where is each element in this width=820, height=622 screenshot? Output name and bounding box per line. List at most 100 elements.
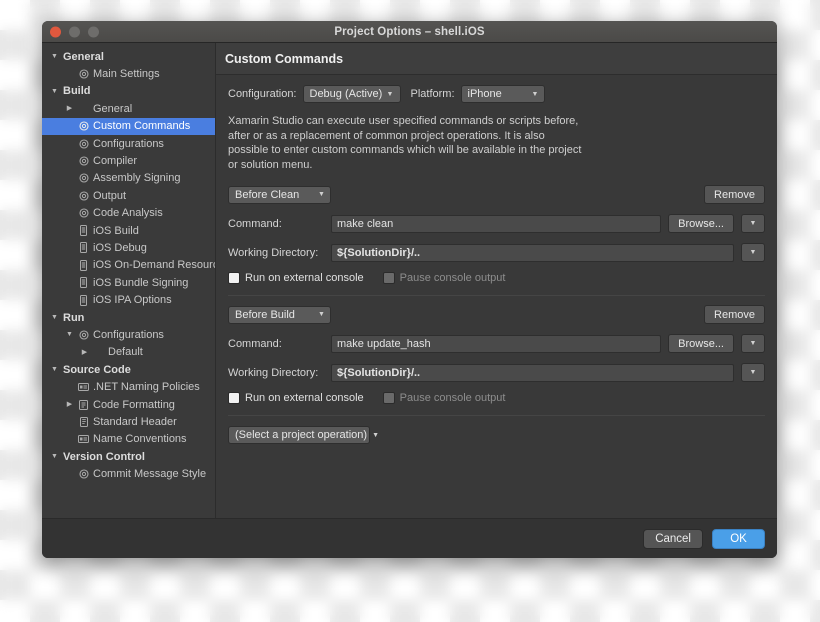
working-directory-label: Working Directory: <box>228 246 319 259</box>
console-options-row: Run on external console Pause console out… <box>228 392 765 404</box>
run-on-external-console-checkbox[interactable]: Run on external console <box>228 272 364 284</box>
sidebar-item-configurations[interactable]: ▼ Configurations <box>42 326 215 343</box>
block-separator <box>228 295 765 296</box>
sidebar-item-label: Custom Commands <box>93 120 191 133</box>
chevron-down-icon: ▼ <box>372 431 380 439</box>
sidebar-item-label: Run <box>63 311 85 324</box>
add-project-operation-dropdown[interactable]: (Select a project operation) ▼ <box>228 426 379 444</box>
command-label: Command: <box>228 337 282 350</box>
sidebar-item-label: Compiler <box>93 155 138 168</box>
sidebar-item-label: Source Code <box>63 363 131 376</box>
sidebar-item-label: iOS Debug <box>93 241 147 254</box>
configuration-value: Debug (Active) <box>309 88 383 100</box>
chevron-down-icon[interactable]: ▼ <box>48 366 61 373</box>
sidebar-item-label: General <box>63 50 104 63</box>
page-icon <box>76 399 91 410</box>
configuration-dropdown[interactable]: Debug (Active) ▼ <box>302 85 401 103</box>
command-stage-value: Before Clean <box>235 188 300 201</box>
run-on-external-console-checkbox[interactable]: Run on external console <box>228 392 364 404</box>
remove-button[interactable]: Remove <box>704 185 765 204</box>
sidebar-item-label: .NET Naming Policies <box>93 381 200 394</box>
command-stage-dropdown[interactable]: Before Clean ▼ <box>228 185 331 204</box>
pane-header: Custom Commands <box>216 43 777 75</box>
command-label: Command: <box>228 217 282 230</box>
sidebar-item-label: Default <box>108 346 143 359</box>
gear-icon <box>76 173 91 183</box>
sidebar-item-label: Standard Header <box>93 415 177 428</box>
sidebar-item-source-code[interactable]: ▼ Source Code <box>42 361 215 378</box>
browse-button[interactable]: Browse... <box>668 334 734 353</box>
sidebar-item-main-settings[interactable]: Main Settings <box>42 65 215 82</box>
command-block: Before Clean ▼ Remove Command: make clean Bro… <box>228 185 765 296</box>
sidebar-item-compiler[interactable]: Compiler <box>42 152 215 169</box>
command-history-dropdown[interactable]: ▼ <box>741 214 765 233</box>
sidebar-item-label: General <box>93 102 133 115</box>
settings-sidebar[interactable]: ▼ General Main Settings ▼ Build ▶ General Custo… <box>42 43 216 518</box>
command-input[interactable]: make clean <box>331 214 662 233</box>
ok-button[interactable]: OK <box>712 528 765 549</box>
sidebar-item-code-analysis[interactable]: Code Analysis <box>42 205 215 222</box>
chevron-down-icon[interactable]: ▼ <box>48 88 61 95</box>
platform-dropdown[interactable]: iPhone ▼ <box>460 85 545 103</box>
sidebar-item-label: Main Settings <box>93 68 160 81</box>
sidebar-item-label: Code Analysis <box>93 207 163 220</box>
console-options-row: Run on external console Pause console out… <box>228 272 765 284</box>
sidebar-item-general[interactable]: ▶ General <box>42 100 215 117</box>
sidebar-item-custom-commands[interactable]: Custom Commands <box>42 117 215 135</box>
sidebar-item-version-control[interactable]: ▼ Version Control <box>42 448 215 465</box>
platform-value: iPhone <box>467 88 502 100</box>
sidebar-item-commit-message-style[interactable]: Commit Message Style <box>42 465 215 482</box>
remove-button[interactable]: Remove <box>704 305 765 324</box>
card-icon <box>76 383 91 392</box>
gear-icon <box>76 139 91 149</box>
sidebar-item-ios-build[interactable]: iOS Build <box>42 222 215 239</box>
gear-icon <box>76 469 91 479</box>
working-directory-field-row: Working Directory: ${SolutionDir}/.. ▼ <box>228 243 765 262</box>
sidebar-item-run[interactable]: ▼ Run <box>42 309 215 326</box>
block-separator <box>228 415 765 416</box>
gear-icon <box>76 191 91 201</box>
chevron-down-icon: ▼ <box>318 191 325 198</box>
working-directory-input[interactable]: ${SolutionDir}/.. <box>331 363 734 382</box>
sidebar-item-assembly-signing[interactable]: Assembly Signing <box>42 170 215 187</box>
sidebar-item-ios-bundle-signing[interactable]: iOS Bundle Signing <box>42 274 215 291</box>
sidebar-item-configurations[interactable]: Configurations <box>42 135 215 152</box>
chevron-right-icon[interactable]: ▶ <box>63 401 76 408</box>
cancel-button[interactable]: Cancel <box>643 528 703 549</box>
chevron-down-icon[interactable]: ▼ <box>48 53 61 60</box>
window-title: Project Options – shell.iOS <box>334 26 485 38</box>
sidebar-item-ios-debug[interactable]: iOS Debug <box>42 239 215 256</box>
sidebar-item-label: Assembly Signing <box>93 172 181 185</box>
sidebar-item-ios-ipa-options[interactable]: iOS IPA Options <box>42 291 215 308</box>
command-input[interactable]: make update_hash <box>331 334 662 353</box>
sidebar-item-output[interactable]: Output <box>42 187 215 204</box>
command-stage-value: Before Build <box>235 308 295 321</box>
window-titlebar: Project Options – shell.iOS <box>42 21 777 43</box>
chevron-down-icon: ▼ <box>386 90 394 98</box>
sidebar-item-default[interactable]: ▶ Default <box>42 344 215 361</box>
sidebar-item-general[interactable]: ▼ General <box>42 48 215 65</box>
sidebar-item-ios-on-demand-resources[interactable]: iOS On-Demand Resources <box>42 257 215 274</box>
card-icon <box>76 435 91 444</box>
sidebar-item-standard-header[interactable]: Standard Header <box>42 413 215 430</box>
command-block-header: Before Clean ▼ Remove <box>228 185 765 204</box>
sidebar-item-code-formatting[interactable]: ▶ Code Formatting <box>42 396 215 413</box>
browse-button[interactable]: Browse... <box>668 214 734 233</box>
command-history-dropdown[interactable]: ▼ <box>741 334 765 353</box>
window-body: ▼ General Main Settings ▼ Build ▶ General Custo… <box>42 43 777 518</box>
working-directory-input[interactable]: ${SolutionDir}/.. <box>331 243 734 262</box>
sidebar-item-build[interactable]: ▼ Build <box>42 83 215 100</box>
working-directory-dropdown[interactable]: ▼ <box>741 243 765 262</box>
sidebar-item-name-conventions[interactable]: Name Conventions <box>42 431 215 448</box>
chevron-right-icon[interactable]: ▶ <box>63 105 76 112</box>
chevron-down-icon[interactable]: ▼ <box>48 453 61 460</box>
chevron-down-icon[interactable]: ▼ <box>63 331 76 338</box>
chevron-down-icon[interactable]: ▼ <box>48 314 61 321</box>
pause-console-output-label: Pause console output <box>399 272 506 284</box>
command-stage-dropdown[interactable]: Before Build ▼ <box>228 305 331 324</box>
gear-icon <box>76 156 91 166</box>
chevron-right-icon[interactable]: ▶ <box>78 349 91 356</box>
sidebar-item-net-naming-policies[interactable]: .NET Naming Policies <box>42 378 215 395</box>
sidebar-item-label: Version Control <box>63 450 145 463</box>
working-directory-dropdown[interactable]: ▼ <box>741 363 765 382</box>
